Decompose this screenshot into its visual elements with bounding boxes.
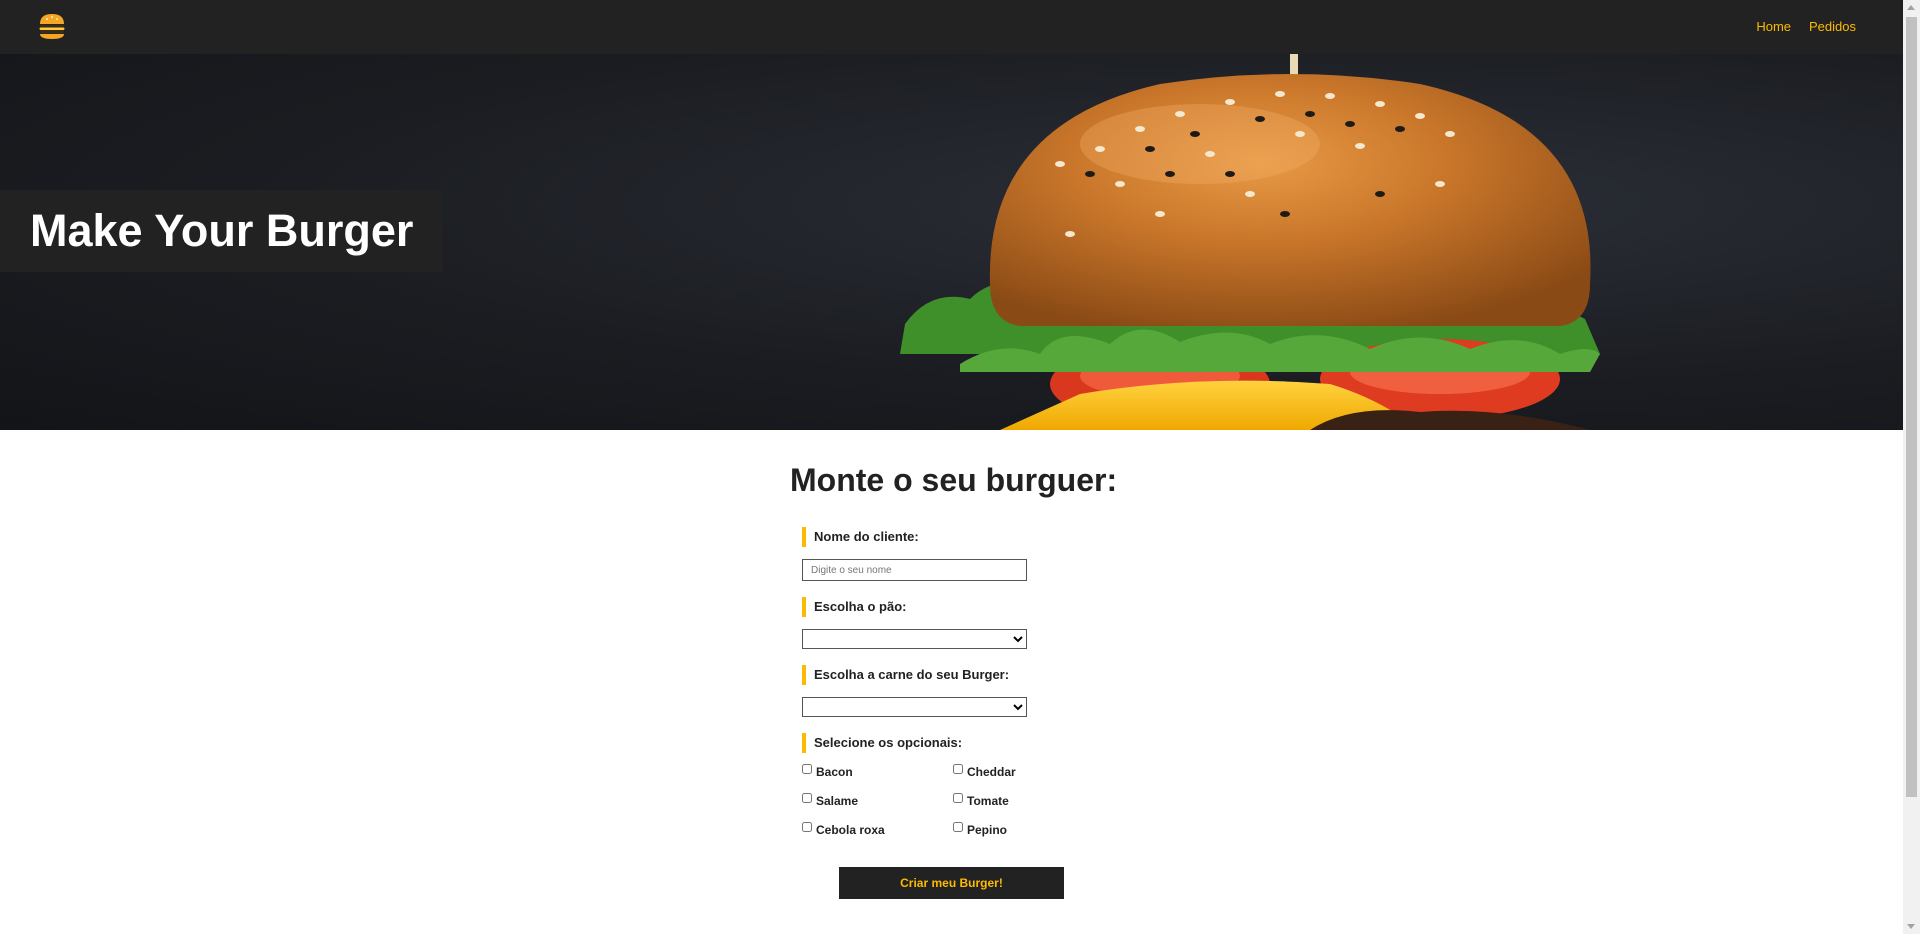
hero-title-box: Make Your Burger xyxy=(0,190,443,272)
optional-tomate[interactable]: Tomate xyxy=(953,793,1009,808)
optional-pepino-checkbox[interactable] xyxy=(953,822,963,832)
scroll-up-icon[interactable] xyxy=(1907,5,1915,10)
navbar: Home Pedidos xyxy=(0,0,1903,54)
optional-pepino-label: Pepino xyxy=(967,823,1008,837)
bread-select[interactable] xyxy=(802,629,1027,649)
optional-cebola-roxa-label: Cebola roxa xyxy=(816,823,885,837)
scroll-down-icon[interactable] xyxy=(1907,924,1915,929)
nav-link-pedidos[interactable]: Pedidos xyxy=(1809,19,1856,34)
optional-cheddar-checkbox[interactable] xyxy=(953,764,963,774)
optional-tomate-checkbox[interactable] xyxy=(953,793,963,803)
optional-bacon-checkbox[interactable] xyxy=(802,764,812,774)
optional-cebola-roxa-checkbox[interactable] xyxy=(802,822,812,832)
optional-tomate-label: Tomate xyxy=(967,794,1009,808)
scrollbar[interactable] xyxy=(1903,0,1920,934)
meat-label: Escolha a carne do seu Burger: xyxy=(802,665,1009,685)
nav-links: Home Pedidos xyxy=(1756,19,1856,34)
hero-title: Make Your Burger xyxy=(30,205,414,256)
optional-cheddar[interactable]: Cheddar xyxy=(953,764,1016,779)
name-input[interactable] xyxy=(802,559,1027,581)
submit-button[interactable]: Criar meu Burger! xyxy=(839,867,1064,899)
bread-label: Escolha o pão: xyxy=(802,597,906,617)
nav-link-home[interactable]: Home xyxy=(1756,19,1791,34)
optional-salame[interactable]: Salame xyxy=(802,793,859,808)
optional-pepino[interactable]: Pepino xyxy=(953,822,1008,837)
hero-banner: Make Your Burger xyxy=(0,54,1903,430)
burger-icon[interactable] xyxy=(38,10,66,42)
optional-salame-label: Salame xyxy=(816,794,859,808)
name-label: Nome do cliente: xyxy=(802,527,919,547)
optional-bacon[interactable]: Bacon xyxy=(802,764,853,779)
page-title: Monte o seu burguer: xyxy=(790,462,1118,498)
scroll-thumb[interactable] xyxy=(1906,17,1917,797)
optional-cebola-roxa[interactable]: Cebola roxa xyxy=(802,822,885,837)
meat-select[interactable] xyxy=(802,697,1027,717)
optional-cheddar-label: Cheddar xyxy=(967,765,1016,779)
optional-bacon-label: Bacon xyxy=(816,765,853,779)
optional-salame-checkbox[interactable] xyxy=(802,793,812,803)
optionals-label: Selecione os opcionais: xyxy=(802,733,962,753)
